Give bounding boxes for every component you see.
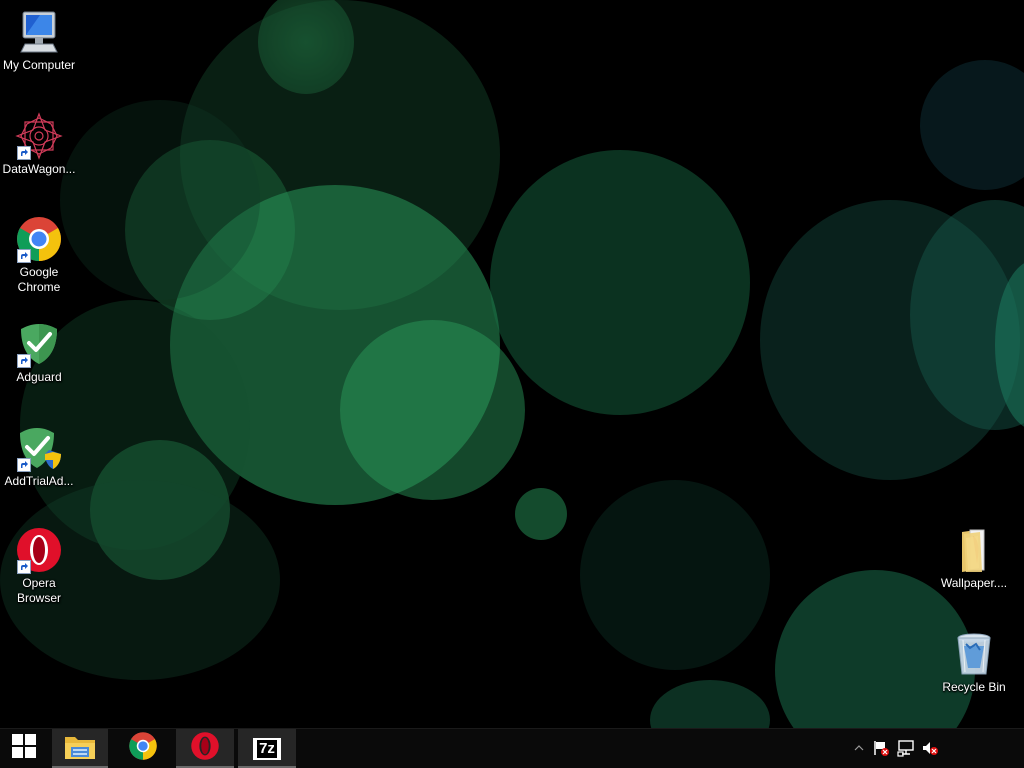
chrome-icon [128, 731, 158, 766]
wallpaper-bokeh [515, 488, 567, 540]
taskbar: 7z [0, 728, 1024, 768]
desktop-icon-opera-browser[interactable]: Opera Browser [0, 526, 78, 606]
wallpaper-bokeh [650, 680, 770, 728]
desktop-icon-label: Opera Browser [16, 576, 61, 605]
computer-icon [15, 8, 63, 56]
wallpaper-bokeh [170, 185, 500, 505]
start-button[interactable] [0, 729, 48, 768]
chrome-icon [15, 215, 63, 263]
desktop-icon-recycle-bin[interactable]: Recycle Bin [935, 630, 1013, 695]
desktop-icon-google-chrome[interactable]: Google Chrome [0, 215, 78, 295]
taskbar-7zip[interactable]: 7z [238, 729, 296, 768]
desktop-icon-label: Wallpaper.... [940, 576, 1008, 590]
opera-icon [190, 731, 220, 766]
desktop-icon-label: Adguard [16, 370, 62, 384]
wallpaper-bokeh [995, 260, 1024, 430]
taskbar-chrome[interactable] [114, 729, 172, 768]
wallpaper-bokeh [180, 0, 500, 310]
taskbar-opera[interactable] [176, 729, 234, 768]
desktop-icon-my-computer[interactable]: My Computer [0, 8, 78, 73]
wallpaper-bokeh [760, 200, 1020, 480]
datawagon-icon [15, 112, 63, 160]
opera-icon [15, 526, 63, 574]
shortcut-arrow-icon [17, 458, 31, 472]
action-center-flag-icon[interactable] [872, 739, 890, 757]
wallpaper-bokeh [90, 440, 230, 580]
shortcut-arrow-icon [17, 146, 31, 160]
desktop-icon-label: Recycle Bin [942, 680, 1006, 694]
7zip-icon: 7z [253, 737, 281, 760]
desktop-icon-label: AddTrialAd... [4, 474, 74, 488]
recycle-bin-icon [950, 630, 998, 678]
shortcut-arrow-icon [17, 354, 31, 368]
volume-muted-icon[interactable] [921, 739, 939, 757]
wallpaper-bokeh [910, 200, 1024, 430]
show-hidden-icons-icon[interactable] [850, 739, 868, 757]
7zip-label: 7z [257, 739, 277, 758]
taskbar-file-explorer[interactable] [52, 729, 108, 768]
desktop-icon-label: My Computer [2, 58, 76, 72]
desktop-icon-adguard[interactable]: Adguard [0, 320, 78, 385]
folder-icon [950, 526, 998, 574]
network-icon[interactable] [897, 739, 915, 757]
windows-start-icon [11, 733, 37, 764]
desktop-icon-datawagon[interactable]: DataWagon... [0, 112, 78, 177]
addtrial-icon [15, 424, 63, 472]
desktop-icon-label: DataWagon... [2, 162, 76, 176]
wallpaper-bokeh [258, 0, 354, 94]
wallpaper-bokeh [125, 140, 295, 320]
wallpaper-bokeh [580, 480, 770, 670]
desktop-icon-addtrialad[interactable]: AddTrialAd... [0, 424, 78, 489]
desktop-icon-label: Google Chrome [17, 265, 61, 294]
wallpaper-bokeh [490, 150, 750, 415]
wallpaper-bokeh [920, 60, 1024, 190]
adguard-icon [15, 320, 63, 368]
file-explorer-icon [63, 731, 97, 766]
wallpaper-bokeh [60, 100, 260, 300]
shortcut-arrow-icon [17, 249, 31, 263]
shortcut-arrow-icon [17, 560, 31, 574]
desktop-icon-wallpaper-folder[interactable]: Wallpaper.... [935, 526, 1013, 591]
wallpaper-bokeh [340, 320, 525, 500]
desktop[interactable]: My Computer DataWagon... Google Chrome A… [0, 0, 1024, 728]
